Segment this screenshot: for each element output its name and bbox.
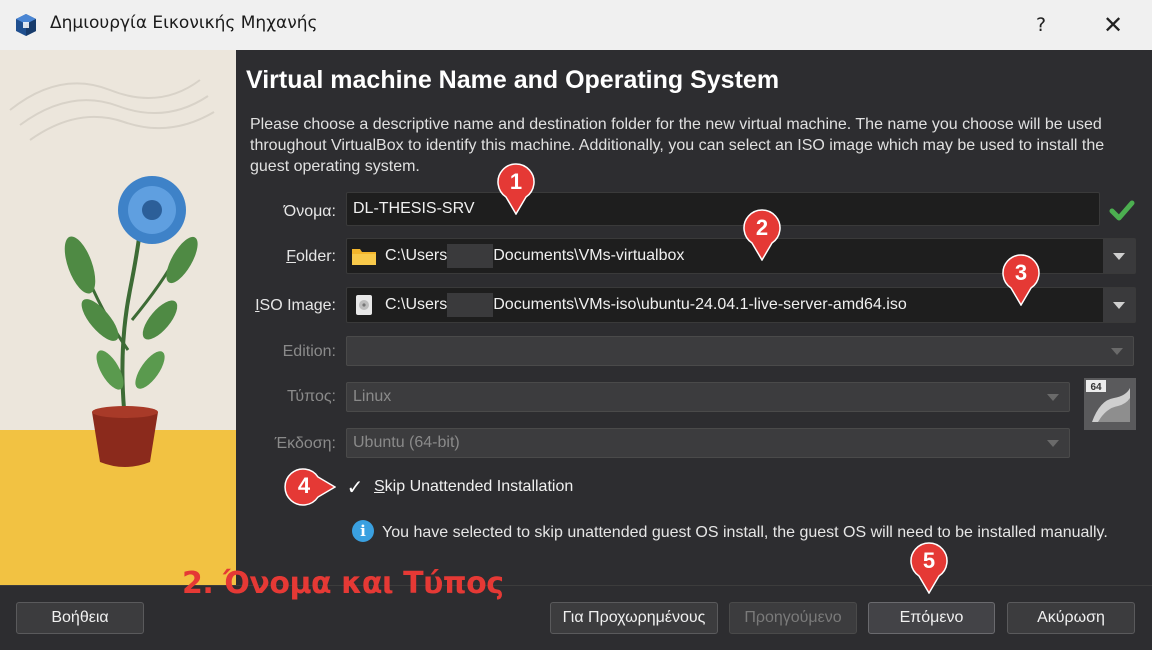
help-button[interactable]: Βοήθεια bbox=[16, 602, 144, 634]
marker-number: 2 bbox=[755, 215, 769, 240]
close-window-button[interactable]: ✕ bbox=[1096, 8, 1130, 42]
back-button: Προηγούμενο bbox=[729, 602, 857, 634]
iso-path-end: Documents\VMs-iso\ubuntu-24.04.1-live-se… bbox=[493, 296, 907, 313]
folder-icon bbox=[352, 249, 376, 265]
next-button[interactable]: Επόμενο bbox=[868, 602, 995, 634]
cancel-button[interactable]: Ακύρωση bbox=[1007, 602, 1135, 634]
folder-path-end: Documents\VMs-virtualbox bbox=[493, 247, 685, 264]
title-bar: Δημιουργία Εικονικής Μηχανής ? ✕ bbox=[0, 0, 1152, 50]
type-label: Τύπος: bbox=[287, 388, 336, 405]
version-label: Έκδοση: bbox=[274, 435, 336, 452]
edition-combobox bbox=[346, 336, 1134, 366]
skip-unattended-checkbox[interactable]: ✓ bbox=[344, 476, 366, 498]
redacted-username bbox=[447, 293, 494, 317]
iso-dropdown-button[interactable] bbox=[1103, 288, 1135, 322]
page-description: Please choose a descriptive name and des… bbox=[250, 116, 1105, 175]
flower-pot-illustration bbox=[0, 50, 236, 585]
wizard-page: Virtual machine Name and Operating Syste… bbox=[236, 50, 1152, 585]
iso-label-rest: SO Image: bbox=[259, 297, 336, 314]
name-input-value: DL-THESIS-SRV bbox=[353, 200, 475, 217]
version-combobox: Ubuntu (64-bit) bbox=[346, 428, 1070, 458]
linux-64bit-icon: 64 bbox=[1084, 378, 1136, 430]
chevron-down-icon bbox=[1047, 439, 1059, 447]
annotation-marker-2: 2 bbox=[742, 209, 782, 261]
folder-path-start: C:\Users bbox=[385, 247, 448, 264]
chevron-down-icon bbox=[1111, 347, 1123, 355]
chevron-down-icon bbox=[1113, 301, 1125, 309]
disc-image-icon bbox=[356, 295, 372, 315]
tutorial-step-title: 2. Όνομα και Τύπος bbox=[182, 566, 504, 601]
marker-number: 4 bbox=[297, 473, 311, 498]
marker-number: 1 bbox=[509, 169, 523, 194]
annotation-marker-1: 1 bbox=[496, 163, 536, 215]
iso-label: ISO Image: bbox=[226, 297, 336, 315]
edition-label: Edition: bbox=[282, 343, 336, 360]
iso-path-start: C:\Users bbox=[385, 296, 448, 313]
os-badge-text: 64 bbox=[1090, 382, 1102, 393]
info-icon: i bbox=[352, 520, 374, 542]
folder-label-accel: F bbox=[286, 248, 296, 265]
marker-number: 3 bbox=[1014, 260, 1028, 285]
button-bar: Βοήθεια Για Προχωρημένους Προηγούμενο Επ… bbox=[0, 585, 1152, 650]
version-value: Ubuntu (64-bit) bbox=[353, 434, 460, 451]
type-combobox: Linux bbox=[346, 382, 1070, 412]
version-dropdown-button bbox=[1037, 429, 1069, 457]
help-title-button[interactable]: ? bbox=[1028, 8, 1054, 42]
redacted-username bbox=[447, 244, 494, 268]
annotation-marker-4: 4 bbox=[284, 467, 336, 519]
marker-number: 5 bbox=[922, 548, 936, 573]
expert-mode-button[interactable]: Για Προχωρημένους bbox=[550, 602, 718, 634]
chevron-down-icon bbox=[1047, 393, 1059, 401]
name-valid-check-icon bbox=[1109, 200, 1135, 221]
annotation-marker-3: 3 bbox=[1001, 254, 1041, 306]
virtualbox-app-icon bbox=[16, 14, 36, 36]
folder-label-rest: older: bbox=[295, 248, 336, 265]
wizard-illustration bbox=[0, 50, 236, 585]
type-value: Linux bbox=[353, 388, 392, 405]
folder-label: Folder: bbox=[226, 248, 336, 266]
skip-unattended-label[interactable]: Skip Unattended Installation bbox=[374, 478, 573, 496]
name-label: Όνομα: bbox=[283, 203, 336, 220]
chevron-down-icon bbox=[1113, 252, 1125, 260]
annotation-marker-5: 5 bbox=[909, 542, 949, 594]
page-heading: Virtual machine Name and Operating Syste… bbox=[246, 66, 780, 94]
name-input[interactable]: DL-THESIS-SRV bbox=[346, 192, 1100, 226]
skip-label-rest: kip Unattended Installation bbox=[384, 478, 574, 495]
info-message: You have selected to skip unattended gue… bbox=[382, 524, 1108, 541]
folder-dropdown-button[interactable] bbox=[1103, 239, 1135, 273]
os-type-icon: 64 bbox=[1084, 378, 1136, 430]
type-dropdown-button bbox=[1037, 383, 1069, 411]
skip-label-accel: S bbox=[374, 478, 385, 495]
window-title: Δημιουργία Εικονικής Μηχανής bbox=[50, 13, 318, 33]
edition-dropdown-button bbox=[1101, 337, 1133, 365]
